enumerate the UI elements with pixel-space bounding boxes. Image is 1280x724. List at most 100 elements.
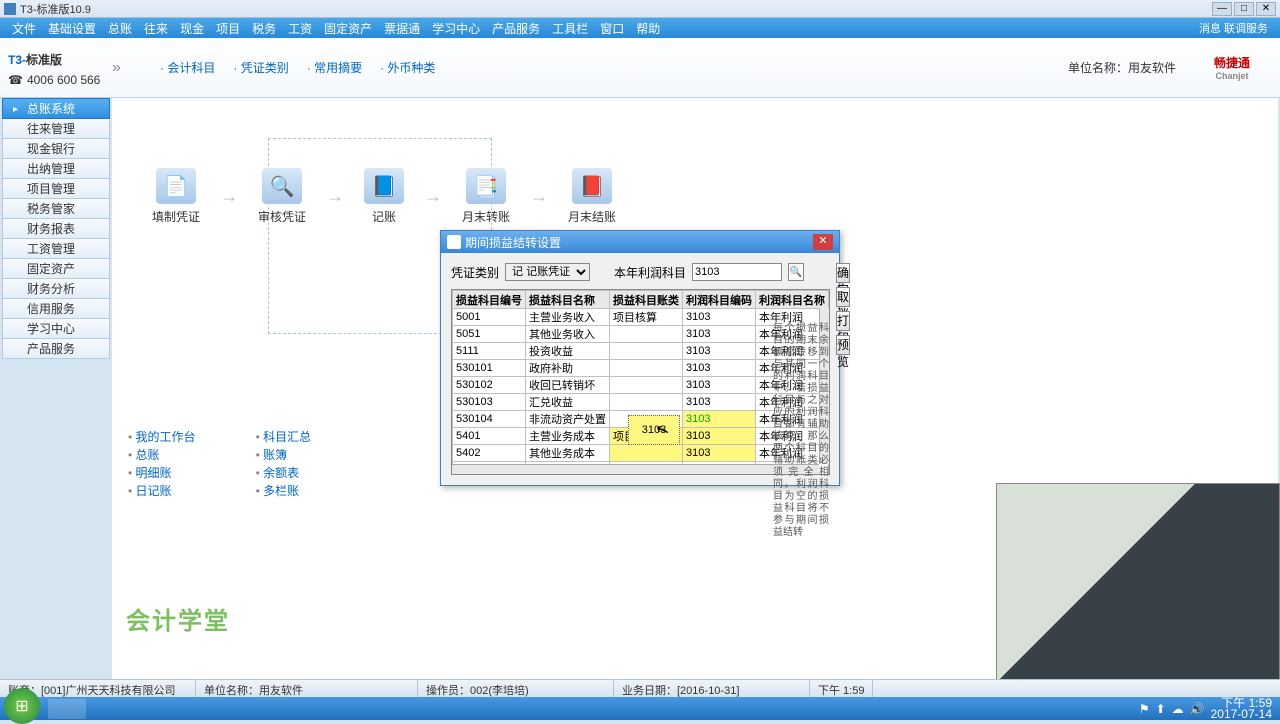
dialog-period-pl-transfer: 期间损益结转设置 ✕ 凭证类别 记 记账凭证 本年利润科目 🔍 损益科目编号损益… bbox=[440, 230, 840, 486]
table-edit-cell[interactable]: 3103 bbox=[628, 415, 680, 445]
flow-node-audit[interactable]: 🔍审核凭证 bbox=[258, 168, 306, 225]
lookup-button[interactable]: 🔍 bbox=[788, 263, 804, 281]
flow-node-transfer[interactable]: 📑月末转账 bbox=[462, 168, 510, 225]
print-button[interactable]: 打印 bbox=[836, 311, 850, 331]
arrow-icon: → bbox=[530, 186, 548, 207]
watermark: 会计学堂 bbox=[126, 601, 230, 636]
table-header[interactable]: 利润科目编码 bbox=[683, 291, 756, 309]
input-profit-subject[interactable] bbox=[692, 263, 782, 281]
app-icon bbox=[4, 3, 16, 15]
quicklink-subjects[interactable]: · 会计科目 bbox=[160, 59, 215, 76]
dialog-titlebar[interactable]: 期间损益结转设置 ✕ bbox=[441, 231, 839, 253]
menu-product[interactable]: 产品服务 bbox=[486, 20, 546, 37]
maximize-button[interactable]: □ bbox=[1234, 2, 1254, 16]
link-balance[interactable]: 余额表 bbox=[256, 464, 312, 482]
scrollbar-horizontal[interactable] bbox=[452, 464, 819, 474]
menu-window[interactable]: 窗口 bbox=[594, 20, 630, 37]
menu-ar[interactable]: 往来 bbox=[138, 20, 174, 37]
menu-help[interactable]: 帮助 bbox=[630, 20, 666, 37]
chanjet-logo: 畅捷通Chanjet bbox=[1196, 52, 1268, 84]
tray-icon[interactable]: 🔊 bbox=[1190, 702, 1205, 716]
taskbar-button[interactable] bbox=[48, 699, 86, 719]
sidebar-item-cash[interactable]: 现金银行 bbox=[2, 138, 110, 159]
link-books[interactable]: 账簿 bbox=[256, 446, 312, 464]
sidebar-item-fa[interactable]: 固定资产 bbox=[2, 258, 110, 279]
menu-project[interactable]: 项目 bbox=[210, 20, 246, 37]
menu-bar: 文件 基础设置 总账 往来 现金 项目 税务 工资 固定资产 票据通 学习中心 … bbox=[0, 18, 1280, 38]
dialog-close-button[interactable]: ✕ bbox=[813, 234, 833, 250]
table-header[interactable]: 利润科目名称 bbox=[756, 291, 829, 309]
tray-clock[interactable]: 下午 1:592017-07-14 bbox=[1211, 698, 1272, 720]
status-time: 下午 1:59 bbox=[810, 680, 873, 697]
cancel-button[interactable]: 取消 bbox=[836, 287, 850, 307]
menu-file[interactable]: 文件 bbox=[6, 20, 42, 37]
link-subj-summary[interactable]: 科目汇总 bbox=[256, 428, 312, 446]
system-tray[interactable]: ⚑ ⬆ ☁ 🔊 下午 1:592017-07-14 bbox=[1139, 698, 1280, 720]
arrow-icon: → bbox=[424, 186, 442, 207]
label-voucher-type: 凭证类别 bbox=[451, 264, 499, 281]
sidebar-item-salary[interactable]: 工资管理 bbox=[2, 238, 110, 259]
flow-node-create[interactable]: 📄填制凭证 bbox=[152, 168, 200, 225]
link-detail[interactable]: 明细账 bbox=[128, 464, 196, 482]
dialog-title: 期间损益结转设置 bbox=[465, 234, 561, 251]
table-header[interactable]: 损益科目编号 bbox=[453, 291, 526, 309]
sidebar-item-report[interactable]: 财务报表 bbox=[2, 218, 110, 239]
menu-fa[interactable]: 固定资产 bbox=[318, 20, 378, 37]
sidebar-item-gl[interactable]: 总账系统 bbox=[2, 98, 110, 119]
sidebar-item-analysis[interactable]: 财务分析 bbox=[2, 278, 110, 299]
dialog-icon bbox=[447, 235, 461, 249]
menu-tax[interactable]: 税务 bbox=[246, 20, 282, 37]
quicklink-summary[interactable]: · 常用摘要 bbox=[307, 59, 362, 76]
sidebar-item-tax[interactable]: 税务管家 bbox=[2, 198, 110, 219]
tray-icon[interactable]: ⬆ bbox=[1156, 702, 1166, 716]
flow-node-post[interactable]: 📘记账 bbox=[364, 168, 404, 225]
link-gl[interactable]: 总账 bbox=[128, 446, 196, 464]
select-voucher-type[interactable]: 记 记账凭证 bbox=[505, 263, 590, 281]
menu-salary[interactable]: 工资 bbox=[282, 20, 318, 37]
webcam-overlay bbox=[996, 483, 1280, 697]
window-titlebar: T3-标准版10.9 — □ ✕ bbox=[0, 0, 1280, 18]
table-header[interactable]: 损益科目名称 bbox=[526, 291, 610, 309]
link-journal[interactable]: 日记账 bbox=[128, 482, 196, 500]
status-company: 单位名称：用友软件 bbox=[196, 680, 418, 697]
flow-diagram: 📄填制凭证 → 🔍审核凭证 → 📘记账 → 📑月末转账 → 📕月末结账 bbox=[152, 168, 616, 225]
menu-toolbar[interactable]: 工具栏 bbox=[546, 20, 594, 37]
menu-bill[interactable]: 票据通 bbox=[378, 20, 426, 37]
sidebar-item-project[interactable]: 项目管理 bbox=[2, 178, 110, 199]
sidebar-item-learn[interactable]: 学习中心 bbox=[2, 318, 110, 339]
link-multi[interactable]: 多栏账 bbox=[256, 482, 312, 500]
quicklink-currency[interactable]: · 外币种类 bbox=[380, 59, 435, 76]
start-button[interactable]: ⊞ bbox=[4, 688, 40, 724]
tray-icon[interactable]: ⚑ bbox=[1139, 702, 1150, 716]
ok-button[interactable]: 确定 bbox=[836, 263, 850, 283]
menu-gl[interactable]: 总账 bbox=[102, 20, 138, 37]
close-button[interactable]: ✕ bbox=[1256, 2, 1276, 16]
bottom-links: 我的工作台 总账 明细账 日记账 科目汇总 账簿 余额表 多栏账 bbox=[128, 428, 311, 500]
preview-button[interactable]: 预览 bbox=[836, 335, 850, 355]
nav-collapse-icon[interactable]: » bbox=[112, 59, 130, 77]
quicklink-vouchertype[interactable]: · 凭证类别 bbox=[233, 59, 288, 76]
link-my-desk[interactable]: 我的工作台 bbox=[128, 428, 196, 446]
audit-icon: 🔍 bbox=[262, 168, 302, 204]
transfer-icon: 📑 bbox=[466, 168, 506, 204]
header: T3-标准版 ☎4006 600 566 » · 会计科目 · 凭证类别 · 常… bbox=[0, 38, 1280, 98]
menu-cash[interactable]: 现金 bbox=[174, 20, 210, 37]
sidebar-item-ar[interactable]: 往来管理 bbox=[2, 118, 110, 139]
menu-basic[interactable]: 基础设置 bbox=[42, 20, 102, 37]
flow-node-close[interactable]: 📕月末结账 bbox=[568, 168, 616, 225]
label-profit-subject: 本年利润科目 bbox=[614, 264, 686, 281]
menu-right-links[interactable]: 消息 联调服务 bbox=[1193, 20, 1274, 36]
status-bar: 账套：[001]广州天天科技有限公司 单位名称：用友软件 操作员：002(李培培… bbox=[0, 679, 1280, 697]
table-header[interactable]: 损益科目账类 bbox=[610, 291, 683, 309]
phone-icon: ☎ bbox=[8, 73, 23, 87]
post-icon: 📘 bbox=[364, 168, 404, 204]
tray-icon[interactable]: ☁ bbox=[1172, 702, 1184, 716]
status-operator: 操作员：002(李培培) bbox=[418, 680, 614, 697]
sidebar-item-cashier[interactable]: 出纳管理 bbox=[2, 158, 110, 179]
menu-learn[interactable]: 学习中心 bbox=[426, 20, 486, 37]
minimize-button[interactable]: — bbox=[1212, 2, 1232, 16]
support-phone: ☎4006 600 566 bbox=[8, 73, 104, 87]
sidebar-item-product[interactable]: 产品服务 bbox=[2, 338, 110, 359]
arrow-icon: → bbox=[326, 186, 344, 207]
sidebar-item-credit[interactable]: 信用服务 bbox=[2, 298, 110, 319]
